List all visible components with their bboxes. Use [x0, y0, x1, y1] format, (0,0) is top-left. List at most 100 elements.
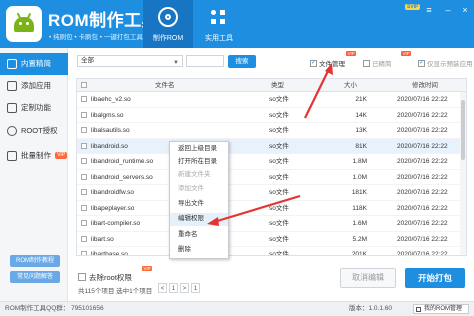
menu-item-new-folder[interactable]: 新建文件夹 [170, 169, 228, 182]
svip-badge[interactable]: SVIP [405, 4, 421, 10]
scroll-thumb[interactable] [461, 100, 465, 160]
checkbox-icon [363, 60, 370, 67]
file-modified: 2020/07/16 22:22 [397, 189, 448, 196]
tab-tools[interactable]: 实用工具 [194, 0, 244, 48]
table-row[interactable]: libandroid_runtime.so so文件 1.8M 2020/07/16 … [77, 154, 466, 170]
file-size: 201K [351, 251, 367, 256]
column-type[interactable]: 类型 [271, 79, 284, 92]
file-name: libandroid_servers.so [91, 173, 153, 181]
vip-badge: VIP [142, 266, 153, 271]
sidebar-item-builtin-slim[interactable]: 内置精简 [0, 53, 68, 75]
file-modified: 2020/07/16 22:22 [397, 173, 448, 181]
sidebar: 内置精简 添加应用 定制功能 ROOT授权 批量制作 VIP ROM制作教程 常… [0, 48, 68, 301]
row-checkbox[interactable] [81, 247, 87, 255]
search-button[interactable]: 搜索 [228, 55, 256, 68]
row-checkbox[interactable] [81, 185, 87, 201]
file-type: so文件 [269, 251, 289, 256]
menu-item-export[interactable]: 导出文件 [170, 198, 228, 211]
table-row[interactable]: libandroid_servers.so so文件 1.0M 2020/07/16 … [77, 170, 466, 186]
select-all-checkbox[interactable] [81, 79, 87, 92]
table-row[interactable]: libart.so so文件 5.2M 2020/07/16 22:22 [77, 232, 466, 248]
file-name: libart.so [91, 235, 114, 243]
batch-icon [7, 151, 17, 161]
file-type: so文件 [269, 96, 289, 103]
chevron-down-icon: ▼ [173, 60, 179, 66]
table-row[interactable]: libalgms.so so文件 14K 2020/07/16 22:22 [77, 108, 466, 124]
table-row[interactable]: libapeplayer.so so文件 118K 2020/07/16 22:22 [77, 201, 466, 217]
file-size: 1.6M [352, 220, 367, 227]
category-select[interactable]: 全部 ▼ [77, 55, 183, 67]
prev-page-button[interactable]: < [158, 283, 167, 293]
minimize-icon[interactable]: – [443, 5, 453, 15]
close-icon[interactable]: × [460, 5, 470, 15]
file-size: 14K [355, 111, 367, 119]
row-checkbox[interactable] [81, 170, 87, 186]
row-checkbox[interactable] [81, 216, 87, 232]
file-size: 13K [355, 127, 367, 134]
page-total: 1 [191, 283, 200, 293]
row-checkbox[interactable] [81, 92, 87, 108]
file-modified: 2020/07/16 22:22 [397, 220, 448, 227]
menu-item-add-file[interactable]: 添加文件 [170, 183, 228, 196]
file-size: 5.2M [352, 235, 367, 243]
file-modified: 2020/07/16 22:22 [397, 111, 448, 119]
menu-icon[interactable]: ≡ [424, 5, 434, 15]
row-checkbox[interactable] [81, 139, 87, 155]
column-name[interactable]: 文件名 [155, 79, 175, 92]
table-scrollbar[interactable] [460, 92, 466, 255]
file-name: libandroidfw.so [91, 189, 134, 196]
sidebar-item-label: ROOT授权 [21, 126, 58, 135]
shield-icon [7, 126, 17, 136]
row-checkbox[interactable] [81, 123, 87, 139]
faq-button[interactable]: 常见问题解答 [10, 271, 60, 283]
row-checkbox[interactable] [81, 232, 87, 248]
rom-tutorial-button[interactable]: ROM制作教程 [10, 255, 60, 267]
row-checkbox[interactable] [81, 154, 87, 170]
file-type: so文件 [269, 173, 289, 181]
column-modified[interactable]: 修改时间 [412, 79, 438, 92]
table-row[interactable]: libaehc_v2.so so文件 21K 2020/07/16 22:22 [77, 92, 466, 108]
my-rom-button[interactable]: 我的ROM管理 [413, 304, 469, 314]
table-row[interactable]: libandroidfw.so so文件 181K 2020/07/16 22:22 [77, 185, 466, 201]
cancel-edit-button[interactable]: 取消编辑 [340, 268, 396, 288]
table-row[interactable]: libandroid.so so文件 81K 2020/07/16 22:22 [77, 138, 466, 155]
table-row[interactable]: libalsautils.so so文件 13K 2020/07/16 22:22 [77, 123, 466, 139]
sidebar-item-custom[interactable]: 定制功能 [0, 97, 68, 119]
sidebar-item-batch[interactable]: 批量制作 VIP [0, 145, 68, 167]
column-size[interactable]: 大小 [344, 79, 357, 92]
file-modified: 2020/07/16 22:22 [397, 142, 448, 150]
search-input[interactable] [186, 55, 224, 67]
file-size: 1.8M [352, 158, 367, 165]
remove-root-checkbox[interactable]: 去除root权限 [78, 272, 132, 283]
file-modified: 2020/07/16 22:22 [397, 127, 448, 134]
file-size: 118K [352, 204, 367, 212]
sidebar-item-add-app[interactable]: 添加应用 [0, 75, 68, 97]
file-modified: 2020/07/16 22:22 [397, 204, 448, 212]
file-size: 1.0M [352, 173, 367, 181]
checkbox-icon [78, 273, 86, 281]
file-name: libandroid.so [91, 142, 128, 150]
table-row[interactable]: libart-compiler.so so文件 1.6M 2020/07/16 22:… [77, 216, 466, 232]
slimmed-checkbox[interactable]: 已精简 [363, 58, 392, 68]
tab-tools-label: 实用工具 [205, 35, 233, 42]
table-row[interactable]: libartbase.so so文件 201K 2020/07/16 22:22 [77, 247, 466, 256]
row-checkbox[interactable] [81, 201, 87, 217]
grid-icon [209, 8, 229, 26]
start-pack-button[interactable]: 开始打包 [405, 268, 465, 288]
menu-item-delete[interactable]: 删除 [170, 244, 228, 257]
menu-item-edit-permission[interactable]: 编辑权限 [170, 213, 228, 226]
preinstalled-only-checkbox[interactable]: 仅显示预装应用 [418, 58, 473, 68]
row-checkbox[interactable] [81, 108, 87, 124]
category-select-value: 全部 [81, 57, 94, 64]
menu-item-rename[interactable]: 重命名 [170, 229, 228, 242]
file-manage-checkbox[interactable]: 文件管理 [310, 58, 345, 68]
menu-item-parent-dir[interactable]: 返回上级目录 [170, 143, 228, 156]
checkbox-icon [418, 59, 425, 67]
file-type: so文件 [269, 235, 289, 243]
page-current[interactable]: 1 [169, 283, 178, 293]
menu-item-open-dir[interactable]: 打开所在目录 [170, 156, 228, 169]
tab-make-rom[interactable]: 制作ROM [143, 0, 193, 48]
next-page-button[interactable]: > [180, 283, 189, 293]
file-modified: 2020/07/16 22:22 [397, 251, 448, 256]
sidebar-item-root[interactable]: ROOT授权 [0, 120, 68, 142]
